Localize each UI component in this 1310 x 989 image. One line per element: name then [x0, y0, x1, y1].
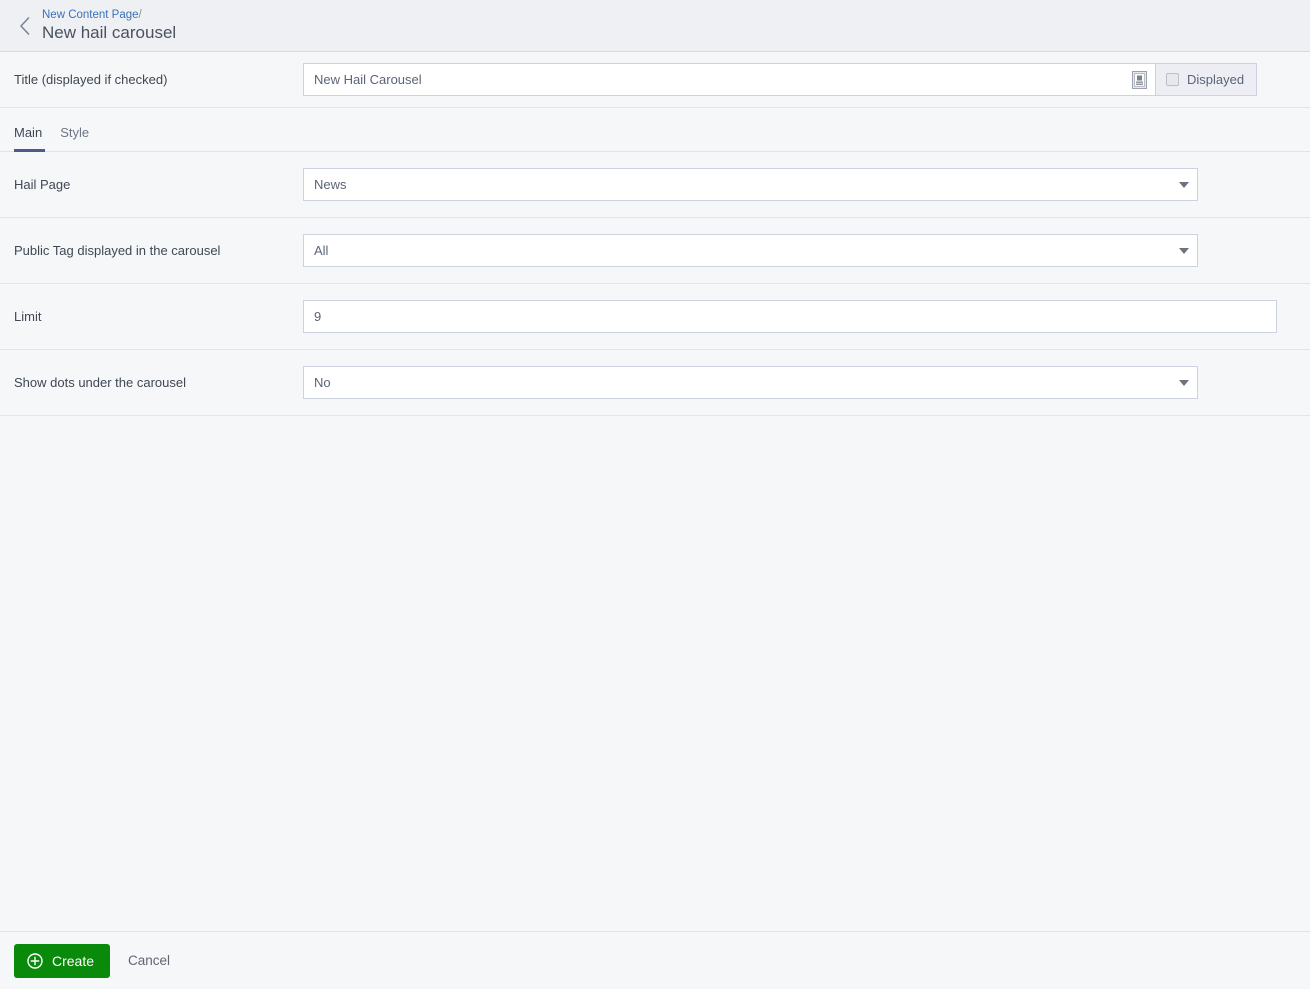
breadcrumb-top: New Content Page/ — [42, 9, 176, 22]
title-input-wrap — [303, 63, 1155, 96]
field-row-limit: Limit — [0, 284, 1310, 350]
show-dots-select[interactable]: No — [303, 366, 1198, 399]
create-button-label: Create — [52, 952, 95, 969]
breadcrumb: New Content Page/ New hail carousel — [42, 9, 176, 43]
limit-input[interactable] — [303, 300, 1277, 333]
show-dots-label: Show dots under the carousel — [14, 375, 186, 390]
translation-icon[interactable] — [1132, 70, 1147, 89]
field-row-show-dots: Show dots under the carousel No — [0, 350, 1310, 416]
hail-page-select-wrap: News — [303, 168, 1198, 201]
hail-page-select[interactable]: News — [303, 168, 1198, 201]
limit-control — [303, 300, 1277, 333]
displayed-checkbox[interactable]: Displayed — [1155, 63, 1258, 96]
breadcrumb-parent-link[interactable]: New Content Page — [42, 9, 139, 21]
displayed-checkbox-box[interactable] — [1166, 73, 1179, 86]
limit-label: Limit — [14, 309, 42, 324]
title-row: Title (displayed if checked) Displayed — [0, 52, 1310, 108]
chevron-left-icon — [18, 16, 31, 36]
content-page-editor: New Content Page/ New hail carousel Titl… — [0, 0, 1310, 989]
hail-page-label: Hail Page — [14, 177, 71, 192]
show-dots-control: No — [303, 366, 1198, 399]
hail-page-control: News — [303, 168, 1198, 201]
title-input-group: Displayed — [303, 63, 1258, 96]
public-tag-control: All — [303, 234, 1198, 267]
empty-content-area — [0, 416, 1310, 931]
circle-plus-icon — [27, 952, 43, 969]
cancel-button[interactable]: Cancel — [120, 953, 178, 968]
field-row-public-tag: Public Tag displayed in the carousel All — [0, 218, 1310, 284]
field-row-hail-page: Hail Page News — [0, 152, 1310, 218]
public-tag-label: Public Tag displayed in the carousel — [14, 243, 221, 258]
create-button[interactable]: Create — [14, 943, 111, 978]
tab-bar: Main Style — [0, 108, 1310, 152]
page-header: New Content Page/ New hail carousel — [0, 0, 1310, 52]
public-tag-select-wrap: All — [303, 234, 1198, 267]
page-title: New hail carousel — [42, 22, 177, 42]
breadcrumb-separator: / — [138, 8, 142, 21]
show-dots-select-wrap: No — [303, 366, 1198, 399]
displayed-checkbox-label: Displayed — [1187, 72, 1245, 87]
form-actions: Create Cancel — [0, 931, 1310, 989]
title-input[interactable] — [303, 63, 1155, 96]
back-button[interactable] — [14, 13, 34, 39]
public-tag-select[interactable]: All — [303, 234, 1198, 267]
tab-style[interactable]: Style — [51, 125, 98, 151]
title-label: Title (displayed if checked) — [14, 72, 168, 87]
tab-main[interactable]: Main — [14, 125, 51, 152]
